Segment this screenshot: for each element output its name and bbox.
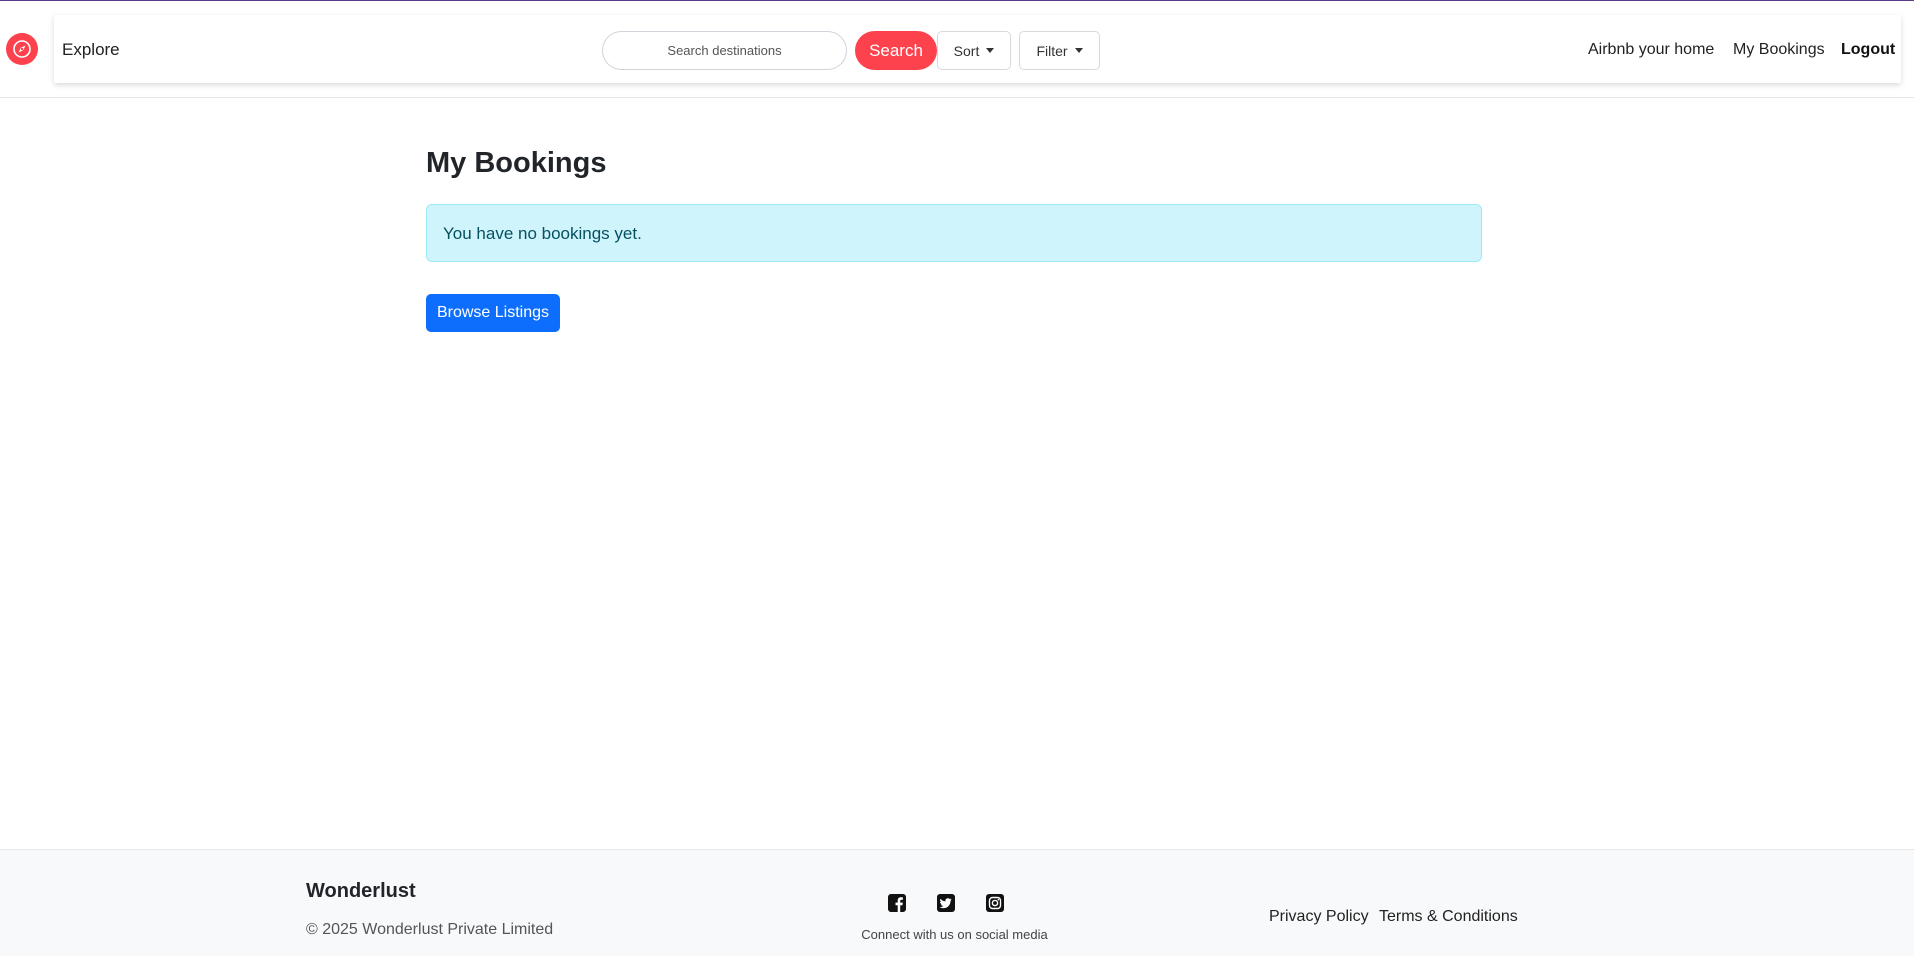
- privacy-policy-link[interactable]: Privacy Policy: [1269, 908, 1369, 926]
- nav-bookings-link[interactable]: My Bookings: [1733, 41, 1825, 59]
- navbar: Explore Search Sort Filter Airbnb your h…: [0, 1, 1914, 98]
- chevron-down-icon: [986, 48, 995, 53]
- search-input[interactable]: [602, 31, 847, 70]
- footer-brand: Wonderlust: [306, 880, 416, 902]
- sort-label: Sort: [953, 42, 980, 59]
- nav-host-link[interactable]: Airbnb your home: [1588, 41, 1714, 59]
- filter-dropdown-button[interactable]: Filter: [1019, 31, 1100, 70]
- filter-label: Filter: [1036, 42, 1068, 59]
- nav-explore-link[interactable]: Explore: [62, 40, 120, 60]
- search-button[interactable]: Search: [855, 31, 937, 70]
- facebook-icon[interactable]: [888, 894, 908, 914]
- sort-dropdown-button[interactable]: Sort: [937, 31, 1011, 70]
- no-bookings-alert: You have no bookings yet.: [426, 204, 1482, 262]
- compass-icon[interactable]: [6, 33, 38, 65]
- page-title: My Bookings: [426, 147, 607, 179]
- browse-listings-button[interactable]: Browse Listings: [426, 294, 560, 332]
- twitter-icon[interactable]: [937, 894, 957, 914]
- instagram-icon[interactable]: [986, 894, 1006, 914]
- nav-logout-link[interactable]: Logout: [1841, 41, 1895, 59]
- terms-conditions-link[interactable]: Terms & Conditions: [1379, 908, 1518, 926]
- chevron-down-icon: [1074, 48, 1083, 53]
- footer-social-text: Connect with us on social media: [861, 927, 1048, 942]
- footer: Wonderlust © 2025 Wonderlust Private Lim…: [0, 849, 1914, 956]
